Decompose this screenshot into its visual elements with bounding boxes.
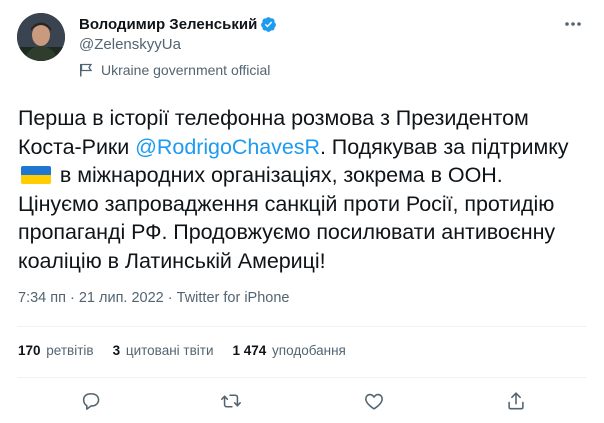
avatar[interactable]	[17, 13, 65, 61]
tweet-time[interactable]: 7:34 пп	[18, 290, 66, 306]
likes-count: 1 474	[232, 343, 267, 358]
more-icon[interactable]	[560, 14, 586, 34]
like-icon[interactable]	[363, 390, 385, 412]
quotes-label: цитовані твіти	[125, 343, 214, 358]
meta-separator: ·	[163, 290, 177, 306]
author-handle[interactable]: @ZelenskyyUa	[79, 36, 181, 53]
divider	[17, 326, 587, 327]
government-label[interactable]: Ukraine government official	[79, 62, 270, 78]
quotes-count: 3	[112, 343, 121, 358]
tweet-date[interactable]: 21 лип. 2022	[79, 290, 164, 306]
tweet-stats: 170 ретвітів 3 цитовані твіти 1 474 упод…	[18, 343, 365, 358]
tweet-text: Перша в історії телефонна розмова з През…	[18, 104, 588, 275]
likes-label: уподобання	[272, 343, 346, 358]
verified-badge-icon	[261, 16, 277, 32]
author-name-row[interactable]: Володимир Зеленський	[79, 14, 277, 34]
action-bar	[0, 384, 604, 418]
reply-icon[interactable]	[80, 390, 102, 412]
share-icon[interactable]	[505, 390, 527, 412]
author-name[interactable]: Володимир Зеленський	[79, 16, 257, 33]
tweet-card: Володимир Зеленський @ZelenskyyUa Ukrain…	[0, 0, 604, 423]
divider	[17, 377, 587, 378]
tweet-text-part3: в міжнародних організаціях, зокрема в ОО…	[18, 163, 556, 273]
retweets-label: ретвітів	[46, 343, 94, 358]
ukraine-flag-emoji	[21, 166, 51, 184]
retweets-stat[interactable]: 170 ретвітів	[18, 343, 94, 358]
mention-link[interactable]: @RodrigoChavesR	[135, 135, 320, 159]
tweet-text-part2: . Подякував за підтримку	[319, 134, 569, 159]
meta-separator: ·	[65, 290, 79, 306]
tweet-source[interactable]: Twitter for iPhone	[177, 290, 290, 306]
tweet-meta: 7:34 пп · 21 лип. 2022 · Twitter for iPh…	[18, 290, 289, 306]
likes-stat[interactable]: 1 474 уподобання	[232, 343, 345, 358]
retweets-count: 170	[18, 343, 41, 358]
flag-icon	[80, 63, 93, 77]
retweet-icon[interactable]	[220, 390, 242, 412]
quotes-stat[interactable]: 3 цитовані твіти	[113, 343, 214, 358]
government-label-text: Ukraine government official	[101, 62, 271, 78]
